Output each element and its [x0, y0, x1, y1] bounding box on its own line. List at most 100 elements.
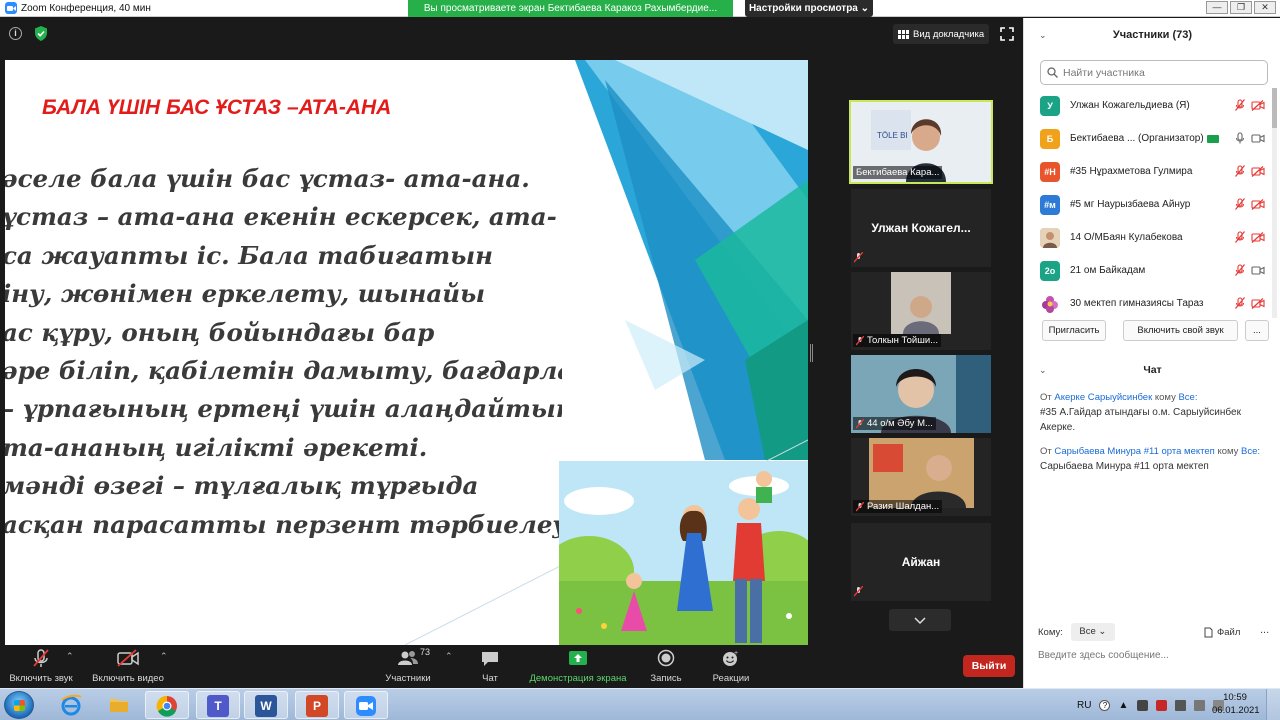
video-tile[interactable]: 44 о/м Әбу М... — [851, 355, 991, 433]
chat-recipient[interactable]: Все: — [1241, 446, 1260, 457]
language-indicator[interactable]: RU — [1077, 700, 1091, 711]
participant-row[interactable]: #м #5 мг Наурызбаева Айнур — [1024, 188, 1280, 221]
participants-panel-header: ⌄ Участники (73) — [1024, 18, 1280, 52]
video-off-icon[interactable] — [1251, 297, 1265, 309]
video-tile[interactable]: Улжан Кожагел... — [851, 189, 991, 267]
invite-button[interactable]: Пригласить — [1042, 320, 1106, 341]
participant-name: #35 Нұрахметова Гулмира — [1070, 166, 1193, 177]
participant-row[interactable]: 2о 21 ом Байкадам — [1024, 254, 1280, 287]
avatar: #Н — [1040, 161, 1060, 182]
mic-muted-icon — [854, 586, 863, 597]
participants-button[interactable]: 73 Участники — [380, 647, 436, 684]
reactions-button[interactable]: + Реакции — [708, 647, 754, 684]
minimize-button[interactable]: — — [1206, 1, 1228, 14]
video-options-caret-icon[interactable]: ⌃ — [160, 651, 168, 662]
tile-name: Бектибаева Кара... — [856, 167, 940, 178]
leave-meeting-button[interactable]: Выйти — [963, 655, 1015, 677]
file-button[interactable]: Файл — [1204, 627, 1240, 638]
network-icon[interactable] — [1194, 699, 1206, 711]
chat-recipient[interactable]: Все: — [1178, 392, 1197, 403]
chat-more-button[interactable]: ... — [1260, 624, 1269, 636]
collapse-chevron-icon[interactable]: ⌄ — [1039, 30, 1047, 41]
show-desktop-button[interactable] — [1266, 689, 1280, 720]
recipient-select[interactable]: Все ⌄ — [1070, 623, 1115, 641]
tile-name-tag: Бектибаева Кара... — [853, 166, 943, 179]
volume-icon[interactable] — [1175, 699, 1187, 711]
close-button[interactable]: ✕ — [1254, 1, 1276, 14]
collapse-chevron-icon[interactable]: ⌄ — [1039, 365, 1047, 376]
bluetooth-icon[interactable] — [1137, 699, 1149, 711]
clock-date: 06.01.2021 — [1212, 705, 1260, 716]
maximize-button[interactable]: ❐ — [1230, 1, 1252, 14]
record-button[interactable]: Запись — [646, 647, 686, 684]
taskbar-ie[interactable] — [50, 691, 94, 719]
participant-row[interactable]: У Улжан Кожагельдиева (Я) — [1024, 89, 1280, 122]
clock-time: 10:59 — [1223, 692, 1247, 703]
mic-muted-icon[interactable] — [1235, 231, 1245, 243]
more-options-button[interactable]: ... — [1245, 320, 1269, 341]
taskbar-chrome[interactable] — [145, 691, 189, 719]
shared-screen-slide: БАЛА ҮШІН БАС ҰСТАЗ –АТА-АНА әселе бала … — [5, 60, 808, 645]
participants-caret-icon[interactable]: ⌃ — [445, 651, 453, 662]
slide-text-line: әре біліп, қабілетін дамыту, бағдарлау, — [5, 355, 562, 385]
video-on-icon[interactable] — [1251, 133, 1265, 144]
participant-search[interactable] — [1040, 60, 1268, 85]
video-off-icon[interactable] — [1251, 231, 1265, 243]
chat-sender[interactable]: Сарыбаева Минура #11 орта мектеп — [1054, 446, 1214, 457]
share-screen-button[interactable]: Демонстрация экрана — [528, 647, 628, 684]
mic-muted-icon[interactable] — [1235, 297, 1245, 309]
mic-muted-icon[interactable] — [1235, 165, 1245, 177]
chat-panel-header: ⌄ Чат — [1024, 358, 1280, 382]
mic-muted-icon[interactable] — [1235, 198, 1245, 210]
chevron-up-icon[interactable]: ▲ — [1118, 700, 1129, 711]
help-icon[interactable]: ? — [1099, 699, 1111, 711]
taskbar-explorer[interactable] — [98, 691, 142, 719]
speaker-view-button[interactable]: Вид докладчика — [893, 24, 989, 44]
video-tile[interactable]: Толкын Тойши... — [851, 272, 991, 350]
unmute-me-button[interactable]: Включить свой звук — [1123, 320, 1238, 341]
taskbar-teams[interactable]: T — [196, 691, 240, 719]
video-tile[interactable]: Разия Шалдан... — [851, 438, 991, 516]
to-prefix: кому — [1217, 446, 1239, 457]
slide-text-line: іну, жөнімен еркелету, шынайы — [5, 279, 486, 309]
info-icon[interactable]: i — [9, 27, 22, 40]
start-button[interactable] — [4, 691, 34, 719]
start-video-button[interactable]: Включить видео — [90, 647, 166, 684]
fullscreen-icon[interactable] — [1000, 27, 1014, 41]
participant-row[interactable]: #Н #35 Нұрахметова Гулмира — [1024, 155, 1280, 188]
taskbar-zoom[interactable] — [344, 691, 388, 719]
participant-name: 30 мектеп гимназиясы Тараз — [1070, 298, 1204, 309]
chat-message-input[interactable] — [1038, 645, 1270, 665]
chat-message-text: #35 А.Гайдар атындағы о.м. Сарыуйсинбек … — [1040, 407, 1241, 433]
chat-sender[interactable]: Акерке Сарыуйсинбек — [1054, 392, 1152, 403]
shield-icon[interactable] — [34, 26, 48, 41]
tiles-scroll-down-button[interactable] — [889, 609, 951, 631]
taskbar-word[interactable]: W — [244, 691, 288, 719]
avatar-photo — [1040, 227, 1060, 248]
mic-on-icon[interactable] — [1235, 132, 1245, 144]
tile-name-tag: Разия Шалдан... — [853, 500, 943, 513]
audio-options-caret-icon[interactable]: ⌃ — [66, 651, 74, 662]
participant-search-input[interactable] — [1063, 66, 1253, 79]
taskbar-powerpoint[interactable]: P — [295, 691, 339, 719]
security-icon[interactable] — [1156, 699, 1168, 711]
video-off-icon[interactable] — [1251, 198, 1265, 210]
participant-row[interactable]: Б Бектибаева ... (Организатор) — [1024, 122, 1280, 155]
participant-row[interactable]: 14 О/МБаян Кулабекова — [1024, 221, 1280, 254]
splitter-handle[interactable] — [810, 344, 813, 362]
view-settings-button[interactable]: Настройки просмотра ⌄ — [745, 0, 873, 17]
participants-scrollbar[interactable] — [1272, 88, 1277, 318]
video-on-icon[interactable] — [1251, 265, 1265, 276]
video-tile-active-speaker[interactable]: TÖLE BI Бектибаева Кара... — [849, 100, 993, 184]
participant-name: 21 ом Байкадам — [1070, 265, 1146, 276]
video-tile[interactable]: Айжан — [851, 523, 991, 601]
taskbar-clock[interactable]: 10:59 06.01.2021 — [1212, 691, 1260, 717]
mic-muted-icon[interactable] — [1235, 99, 1245, 111]
chevron-down-icon — [914, 617, 926, 625]
video-off-icon[interactable] — [1251, 165, 1265, 177]
chat-button[interactable]: Чат — [470, 647, 510, 684]
mic-muted-icon[interactable] — [1235, 264, 1245, 276]
from-prefix: От — [1040, 446, 1052, 457]
participant-row[interactable]: 30 мектеп гимназиясы Тараз — [1024, 287, 1280, 320]
video-off-icon[interactable] — [1251, 99, 1265, 111]
